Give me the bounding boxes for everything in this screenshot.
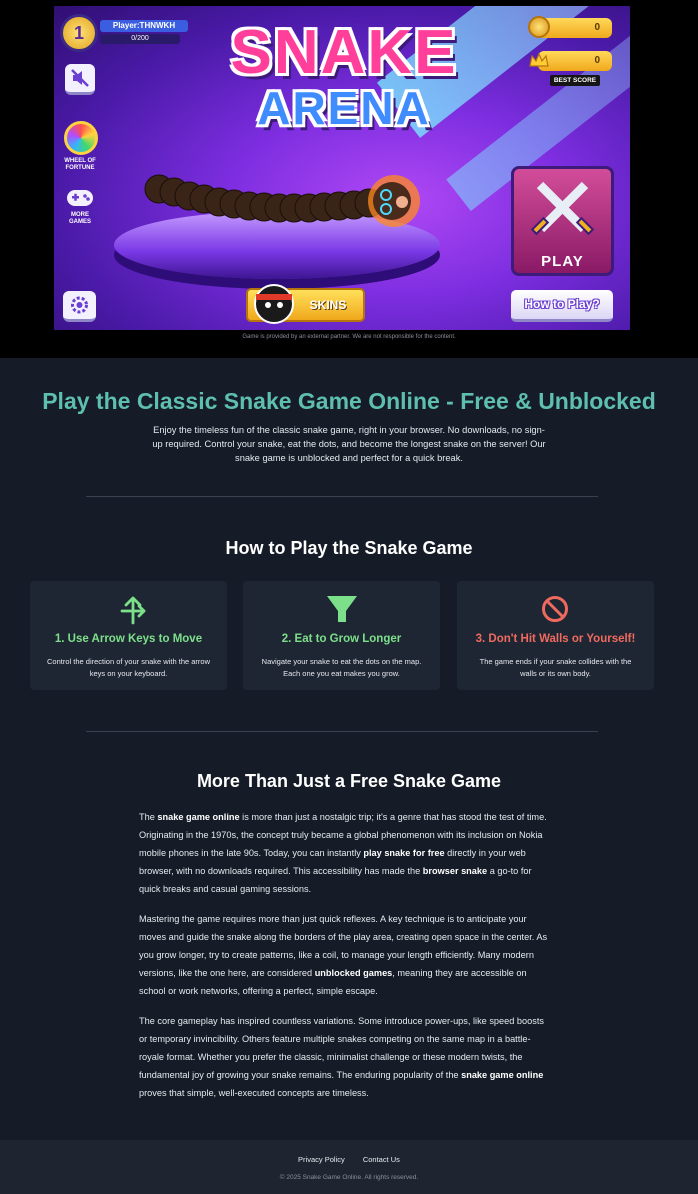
wheel-of-fortune-button[interactable] xyxy=(64,121,98,155)
snake-character xyxy=(134,161,434,241)
funnel-icon xyxy=(327,596,357,622)
more-games-button[interactable] xyxy=(64,186,96,212)
footer: Privacy Policy Contact Us © 2025 Snake G… xyxy=(0,1140,698,1194)
game-provider-notice: Game is provided by an external partner.… xyxy=(242,334,456,340)
instruction-card-move: 1. Use Arrow Keys to Move Control the di… xyxy=(30,581,227,690)
game-logo: SNAKE ARENA xyxy=(230,18,458,134)
crown-icon xyxy=(528,50,550,72)
game-canvas[interactable]: 1 Player:THNWKH 0/200 WHEEL OF FORTUNE M… xyxy=(54,6,630,330)
card-description: Navigate your snake to eat the dots on t… xyxy=(261,657,422,678)
xp-bar: 0/200 xyxy=(100,34,180,44)
instruction-card-eat: 2. Eat to Grow Longer Navigate your snak… xyxy=(243,581,440,690)
settings-button[interactable] xyxy=(63,291,96,322)
how-to-play-button[interactable]: How to Play? xyxy=(511,290,613,322)
ban-icon xyxy=(542,596,568,622)
article-body: The snake game online is more than just … xyxy=(139,808,549,1114)
player-name-bar: Player:THNWKH xyxy=(100,20,188,32)
speaker-muted-icon xyxy=(71,69,89,87)
article-paragraph: The core gameplay has inspired countless… xyxy=(139,1016,544,1098)
more-heading: More Than Just a Free Snake Game xyxy=(196,771,502,791)
wheel-label: WHEEL OF FORTUNE xyxy=(64,158,96,171)
intro-text: Enjoy the timeless fun of the classic sn… xyxy=(152,425,546,463)
ninja-avatar-icon xyxy=(254,284,294,324)
divider xyxy=(86,731,598,732)
game-frame-background: 1 Player:THNWKH 0/200 WHEEL OF FORTUNE M… xyxy=(0,0,698,358)
card-description: The game ends if your snake collides wit… xyxy=(479,657,632,678)
gear-icon xyxy=(71,296,88,314)
card-title: 1. Use Arrow Keys to Move xyxy=(54,633,203,645)
instruction-card-avoid: 3. Don't Hit Walls or Yourself! The game… xyxy=(457,581,654,690)
more-games-label: MORE GAMES xyxy=(68,212,91,225)
card-title: 2. Eat to Grow Longer xyxy=(281,633,402,645)
skins-label: SKINS xyxy=(309,298,347,312)
privacy-policy-link[interactable]: Privacy Policy xyxy=(298,1155,345,1164)
player-level-badge: 1 xyxy=(60,14,98,52)
how-to-play-heading: How to Play the Snake Game xyxy=(225,538,473,558)
skins-button[interactable]: SKINS xyxy=(246,284,365,324)
mute-button[interactable] xyxy=(65,64,95,95)
card-description: Control the direction of your snake with… xyxy=(47,657,210,678)
divider xyxy=(86,496,598,497)
article-paragraph: Mastering the game requires more than ju… xyxy=(139,914,548,996)
play-label: PLAY xyxy=(541,253,584,270)
contact-us-link[interactable]: Contact Us xyxy=(363,1155,400,1164)
crossed-swords-icon xyxy=(530,181,595,236)
coin-icon xyxy=(528,16,550,38)
page-title: Play the Classic Snake Game Online - Fre… xyxy=(42,388,656,414)
card-title: 3. Don't Hit Walls or Yourself! xyxy=(475,633,636,645)
play-button[interactable]: PLAY xyxy=(511,166,614,276)
arrow-keys-icon xyxy=(120,596,146,625)
copyright-text: © 2025 Snake Game Online. All rights res… xyxy=(279,1174,419,1181)
gamepad-icon xyxy=(67,190,93,206)
article-paragraph: The snake game online is more than just … xyxy=(139,812,547,894)
best-score-label: BEST SCORE xyxy=(550,75,600,86)
